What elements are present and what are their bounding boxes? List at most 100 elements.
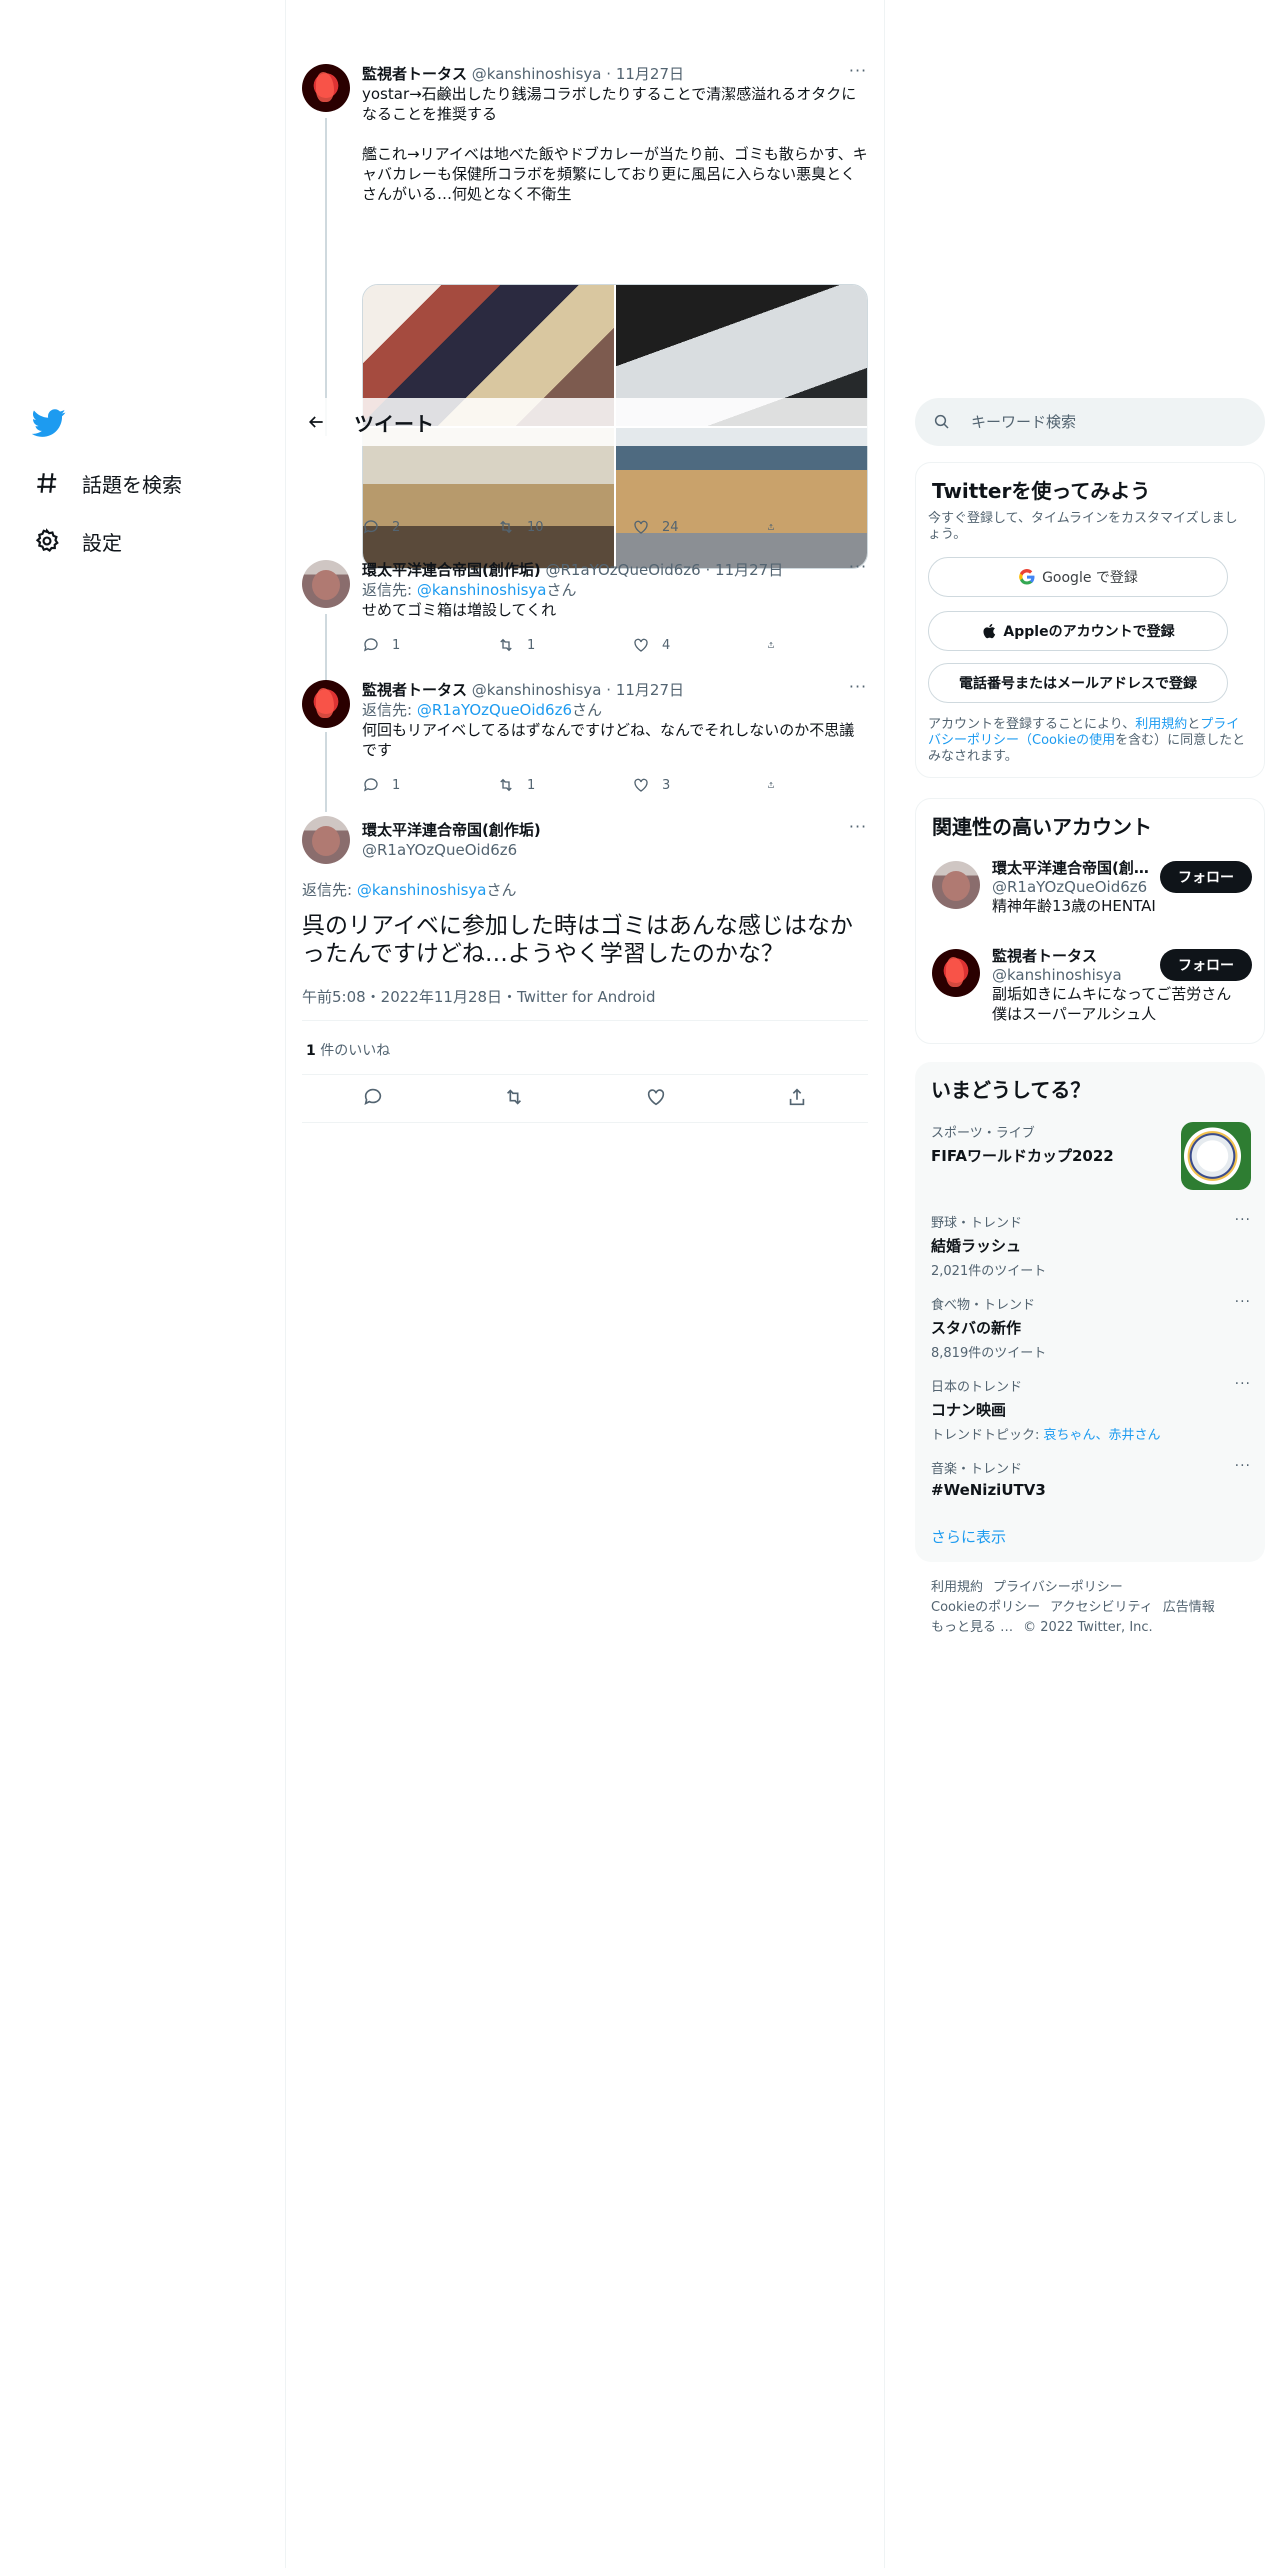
arrow-left-icon[interactable]: [298, 404, 334, 440]
thread-tweet[interactable]: 監視者トータス @kanshinoshisya · 11月27日 yostar→…: [302, 63, 868, 569]
terms-link[interactable]: 利用規約: [1135, 717, 1187, 732]
reply-icon: [363, 638, 378, 652]
more-options-icon[interactable]: ···: [848, 559, 868, 580]
retweet-count: 1: [527, 637, 536, 653]
author-name[interactable]: 監視者トータス: [362, 65, 467, 83]
reply-to-link[interactable]: @kanshinoshisya: [417, 581, 547, 599]
avatar[interactable]: [302, 680, 350, 728]
avatar[interactable]: [302, 64, 350, 112]
author-name[interactable]: 監視者トータス: [362, 681, 467, 699]
reply-button[interactable]: 1: [362, 776, 442, 794]
trend-topic: トレンドトピック: 哀ちゃん、赤井さん: [931, 1428, 1161, 1443]
nav-explore[interactable]: 話題を検索: [32, 468, 182, 498]
retweet-button[interactable]: 1: [497, 636, 577, 654]
share-button[interactable]: [767, 776, 787, 794]
footer-link[interactable]: もっと見る …: [931, 1620, 1013, 1635]
account-item[interactable]: 環太平洋連合帝国(創作垢) @R1aYOzQueOid6z6 精神年齢13歳のH…: [932, 857, 1252, 937]
account-item[interactable]: 監視者トータス @kanshinoshisya 副垢如きにムキになってご苦労さん…: [932, 945, 1252, 1035]
nav-settings[interactable]: 設定: [32, 526, 122, 556]
like-button[interactable]: 24: [632, 518, 712, 536]
twitter-bird-icon[interactable]: [31, 406, 66, 440]
share-button[interactable]: [767, 636, 787, 654]
apple-signup-button[interactable]: Appleのアカウントで登録: [928, 611, 1228, 651]
signup-subtitle: 今すぐ登録して、タイムラインをカスタマイズしましょう。: [928, 511, 1238, 542]
trend-item[interactable]: スポーツ・ライブ FIFAワールドカップ2022: [931, 1122, 1251, 1192]
signup-title: Twitterを使ってみよう: [932, 479, 1151, 503]
google-icon: [1019, 569, 1035, 585]
trend-name: スタバの新作: [931, 1319, 1022, 1337]
more-options-icon[interactable]: ···: [848, 63, 868, 84]
avatar[interactable]: [932, 949, 980, 997]
phone-email-signup-button[interactable]: 電話番号またはメールアドレスで登録: [928, 663, 1228, 703]
google-signup-button[interactable]: Google で登録: [928, 557, 1228, 597]
follow-button[interactable]: フォロー: [1160, 861, 1252, 893]
share-button[interactable]: [767, 518, 787, 536]
follow-button[interactable]: フォロー: [1160, 949, 1252, 981]
share-icon[interactable]: [786, 1086, 808, 1108]
retweet-button[interactable]: 10: [497, 518, 577, 536]
media-image[interactable]: [616, 427, 867, 568]
author-handle[interactable]: @kanshinoshisya: [472, 681, 602, 699]
heart-icon[interactable]: [645, 1086, 667, 1108]
tweet-text: 何回もリアイベしてるはずなんですけどね、なんでそれしないのか不思議です: [362, 721, 855, 759]
trend-image: [1181, 1122, 1251, 1190]
more-options-icon[interactable]: ···: [1235, 1294, 1251, 1310]
trend-item[interactable]: 日本のトレンド コナン映画 トレンドトピック: 哀ちゃん、赤井さん ···: [931, 1376, 1251, 1443]
author-name[interactable]: 環太平洋連合帝国(創作垢): [362, 821, 541, 839]
tweet-date[interactable]: 11月27日: [616, 681, 684, 699]
reply-icon[interactable]: [362, 1086, 384, 1108]
thread-tweet[interactable]: 環太平洋連合帝国(創作垢) @R1aYOzQueOid6z6 · 11月27日 …: [302, 559, 868, 660]
trend-topic-link[interactable]: 哀ちゃん、赤井さん: [1044, 1428, 1161, 1443]
more-options-icon[interactable]: ···: [1235, 1376, 1251, 1392]
media-image[interactable]: [363, 427, 614, 568]
author-handle[interactable]: @R1aYOzQueOid6z6: [546, 561, 701, 579]
related-accounts-card: 関連性の高いアカウント 環太平洋連合帝国(創作垢) @R1aYOzQueOid6…: [915, 798, 1265, 1044]
more-options-icon[interactable]: ···: [1235, 1212, 1251, 1228]
search-bar[interactable]: [915, 398, 1265, 446]
more-options-icon[interactable]: ···: [848, 679, 868, 700]
retweet-icon[interactable]: [503, 1086, 525, 1108]
footer-links: 利用規約 プライバシーポリシー Cookieのポリシー アクセシビリティ 広告情報 も…: [931, 1578, 1251, 1638]
like-button[interactable]: 3: [632, 776, 712, 794]
thread-tweet[interactable]: 監視者トータス @kanshinoshisya · 11月27日 返信先: @R…: [302, 679, 868, 800]
like-button[interactable]: 4: [632, 636, 712, 654]
more-options-icon[interactable]: ···: [1235, 1458, 1251, 1474]
tweet-timestamp[interactable]: 午前5:08・2022年11月28日・Twitter for Android: [302, 986, 655, 1007]
account-handle: @R1aYOzQueOid6z6: [992, 878, 1148, 896]
nav-settings-label: 設定: [82, 530, 122, 555]
avatar[interactable]: [932, 861, 980, 909]
likes-summary[interactable]: 1 件のいいね: [306, 1040, 390, 1060]
reply-context: 返信先: @kanshinoshisyaさん: [362, 581, 577, 599]
more-options-icon[interactable]: ···: [848, 819, 868, 840]
trends-title: いまどうしてる？: [931, 1078, 1091, 1102]
main-tweet-author[interactable]: 環太平洋連合帝国(創作垢) @R1aYOzQueOid6z6 ···: [302, 816, 868, 876]
reply-icon: [363, 778, 378, 792]
search-icon: [934, 414, 949, 429]
show-more-link[interactable]: さらに表示: [931, 1526, 1006, 1547]
author-name[interactable]: 環太平洋連合帝国(創作垢): [362, 561, 541, 579]
footer-link[interactable]: プライバシーポリシー: [993, 1580, 1123, 1595]
avatar[interactable]: [302, 560, 350, 608]
avatar[interactable]: [302, 816, 350, 864]
tweet-date[interactable]: 11月27日: [715, 561, 783, 579]
author-handle[interactable]: @kanshinoshisya: [472, 65, 602, 83]
search-input[interactable]: [971, 413, 1231, 431]
reply-button[interactable]: 1: [362, 636, 442, 654]
copyright: © 2022 Twitter, Inc.: [1023, 1620, 1153, 1635]
reply-button[interactable]: 2: [362, 518, 442, 536]
footer-link[interactable]: アクセシビリティ: [1050, 1600, 1153, 1615]
footer-link[interactable]: 広告情報: [1163, 1600, 1215, 1615]
tweet-date[interactable]: 11月27日: [616, 65, 684, 83]
footer-link[interactable]: 利用規約: [931, 1580, 983, 1595]
trend-item[interactable]: 野球・トレンド 結婚ラッシュ 2,021件のツイート ···: [931, 1212, 1251, 1279]
reply-to-link[interactable]: @kanshinoshisya: [357, 881, 487, 899]
author-handle[interactable]: @R1aYOzQueOid6z6: [362, 840, 868, 860]
account-handle: @kanshinoshisya: [992, 966, 1122, 984]
reply-to-link[interactable]: @R1aYOzQueOid6z6: [417, 701, 572, 719]
footer-link[interactable]: Cookieのポリシー: [931, 1600, 1040, 1615]
retweet-button[interactable]: 1: [497, 776, 577, 794]
trend-item[interactable]: 食べ物・トレンド スタバの新作 8,819件のツイート ···: [931, 1294, 1251, 1361]
trend-item[interactable]: 音楽・トレンド #WeNiziUTV3 ···: [931, 1458, 1251, 1499]
tweet-text: せめてゴミ箱は増設してくれ: [362, 601, 557, 619]
reply-icon: [363, 520, 378, 534]
